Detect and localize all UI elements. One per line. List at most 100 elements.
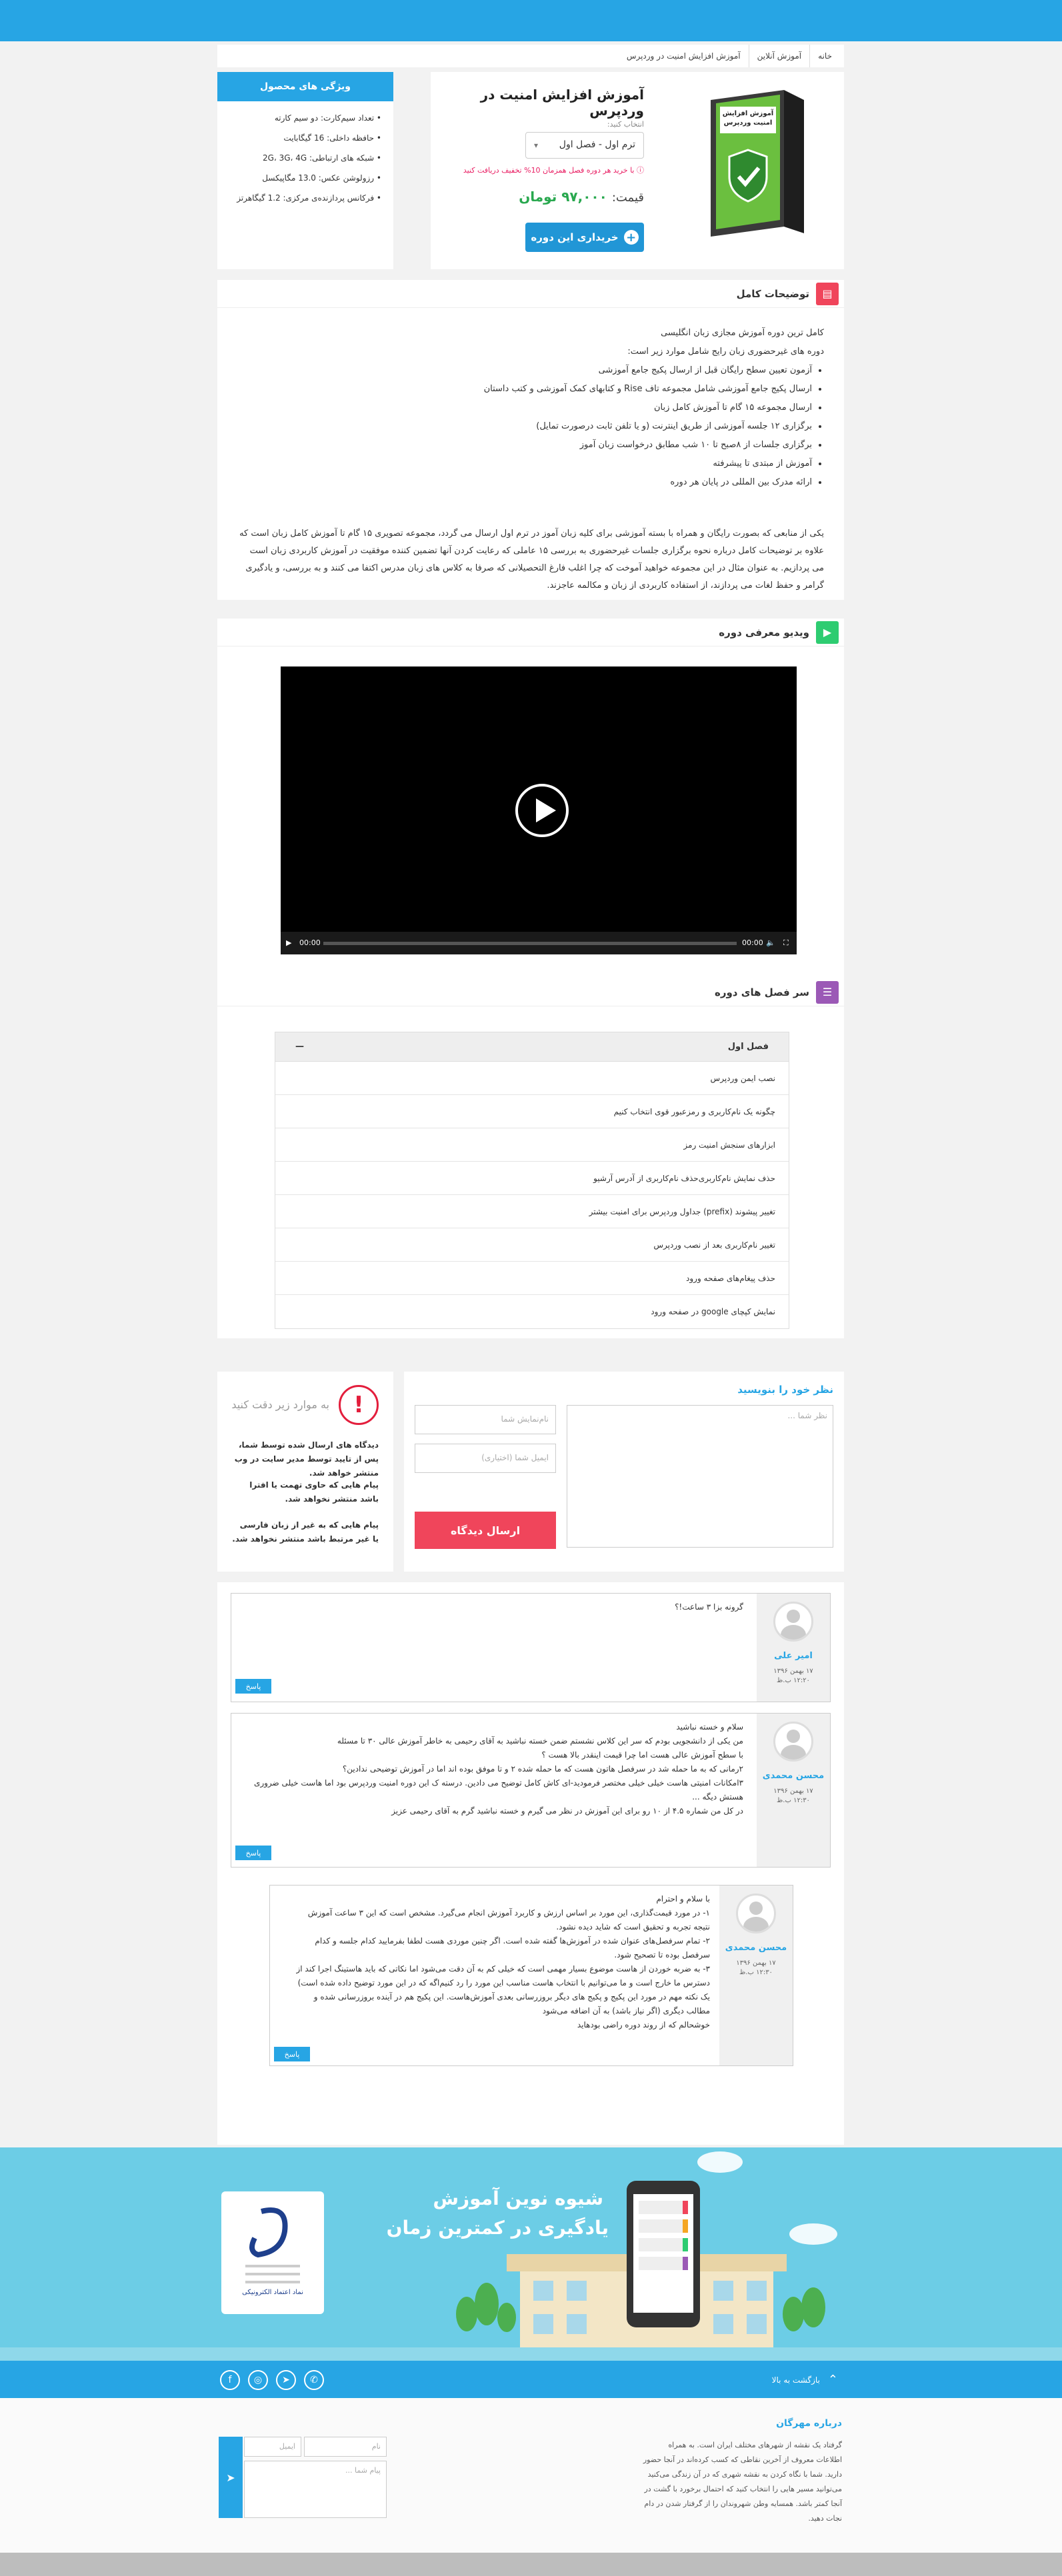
fullscreen-icon[interactable]: ⛶ <box>783 938 789 948</box>
chapter-item[interactable]: تغییر پیشوند (prefix) جداول وردپرس برای … <box>275 1195 789 1228</box>
video-player[interactable]: ▶ 00:00 00:00 🔈 ⛶ <box>281 666 797 954</box>
breadcrumb-current: آموزش افزایش امنیت در وردپرس <box>626 51 741 61</box>
feature-item: شبکه های ارتباطی: 2G، 3G، 4G <box>224 153 381 163</box>
chapter-item[interactable]: ابزارهای سنجش امنیت رمز <box>275 1128 789 1162</box>
description-bullet: آزمون تعیین سطح رایگان قبل از ارسال پکیج… <box>237 361 812 380</box>
collapse-icon[interactable]: — <box>295 1042 304 1052</box>
footer-message-field[interactable]: پیام شما ... <box>244 2461 387 2518</box>
description-bullet: برگزاری جلسات از ۸صبح تا ۱۰ شب مطابق درخ… <box>237 436 812 455</box>
breadcrumb-online-courses[interactable]: آموزش آنلاین <box>748 45 810 67</box>
product-features: ویژگی های محصول تعداد سیم‌کارت: دو سیم ک… <box>217 72 393 269</box>
comment-line: سلام و خسته نباشید <box>676 1722 743 1732</box>
description-bullet: آموزش از مبتدی تا پیشرفته <box>237 455 812 473</box>
comment-line: ۲رمانی که به ما حمله شد در سرفصل هاتون ه… <box>342 1764 743 1774</box>
breadcrumb-home[interactable]: خانه <box>809 45 840 67</box>
comment-line: ۲- تمام سرفصل‌های عنوان شده در آموزش‌ها … <box>315 1936 710 1959</box>
chapter-item[interactable]: تغییر نام‌کاربری بعد از نصب وردپرس <box>275 1228 789 1262</box>
feature-item: رزولوشن عکس: 13.0 مگاپیکسل <box>224 173 381 183</box>
comment-email-field[interactable]: ایمیل شما (اختیاری) <box>415 1444 556 1473</box>
plus-circle-icon: + <box>623 230 639 245</box>
description-title: توضیحات کامل <box>736 287 809 300</box>
comment-name-field[interactable]: نام‌نمایش شما <box>415 1405 556 1434</box>
buy-course-label: خریداری این دوره <box>531 231 619 243</box>
comment-date: ۱۷ بهمن ۱۳۹۶ <box>736 1959 776 1967</box>
telegram-icon[interactable]: ➤ <box>276 2370 296 2390</box>
reply-button[interactable]: پاسخ <box>235 1846 271 1860</box>
footer-email-field[interactable]: ایمیل <box>244 2437 301 2457</box>
description-paragraph: یکی از منابعی که بصورت رایگان و همراه با… <box>239 529 824 591</box>
buy-course-button[interactable]: + خریداری این دوره <box>525 223 644 252</box>
phone-icon[interactable]: ✆ <box>304 2370 324 2390</box>
chapter-item[interactable]: نمایش کپچای google در صفحه ورود <box>275 1295 789 1328</box>
facebook-icon[interactable]: f <box>220 2370 240 2390</box>
footer-bar: ⌃ بازگشت به بالا f ◎ ➤ ✆ <box>0 2361 1062 2398</box>
comment-author-panel: امیر علی ۱۷ بهمن ۱۳۹۶ ۱۲:۲۰ ب.ظ <box>757 1594 830 1702</box>
video-icon: ▶ <box>816 621 839 644</box>
price-value: ۹۷,۰۰۰ تومان <box>519 189 607 205</box>
description-bullet: ارسال پکیج جامع آموزشی شامل مجموعه تاف R… <box>237 380 812 399</box>
enamad-badge[interactable]: نماد اعتماد الکترونیکی <box>221 2191 324 2314</box>
comment-date: ۱۷ بهمن ۱۳۹۶ <box>773 1788 813 1795</box>
chapters-section: ☰ سر فصل های دوره فصل اول — نصب ایمن ورد… <box>217 978 844 1338</box>
comment-text: گرونه بزا ۳ ساعت!؟ <box>250 1600 743 1614</box>
price: قیمت: ۹۷,۰۰۰ تومان <box>519 189 644 205</box>
about-title: درباره مهرگان <box>776 2418 842 2429</box>
reply-button[interactable]: پاسخ <box>274 2047 310 2061</box>
comment-reply-item: محسن محمدی ۱۷ بهمن ۱۳۹۶ ۱۲:۳۰ ب.ظ با سلا… <box>269 1885 793 2066</box>
document-icon: ▤ <box>816 282 839 305</box>
chapter-item[interactable]: چگونه یک نام‌کاربری و رمزعبور قوی انتخاب… <box>275 1095 789 1128</box>
footer-name-field[interactable]: نام <box>304 2437 387 2457</box>
video-controls: ▶ 00:00 00:00 🔈 ⛶ <box>281 932 797 954</box>
play-icon[interactable] <box>515 784 569 837</box>
select-label: انتخاب کنید: <box>607 120 644 129</box>
avatar <box>773 1722 813 1762</box>
video-progress-bar[interactable] <box>323 942 737 945</box>
chapter-item[interactable]: حذف نمایش نام‌کاربری‌حذف نام‌کاربری از آ… <box>275 1162 789 1195</box>
comment-line: خوشحالم که از روند دوره راضی بودهاید <box>577 2020 710 2029</box>
play-small-icon[interactable]: ▶ <box>286 938 291 947</box>
comment-time: ۱۲:۲۰ ب.ظ <box>777 1677 810 1684</box>
description-body: کامل ترین دوره آموزش مجازی زبان انگلیسی … <box>237 324 824 595</box>
comment-text: با سلام و احترام ۱- در مورد قیمت‌گذاری، … <box>290 1892 710 2032</box>
city-illustration <box>0 2151 1062 2361</box>
submit-comment-button[interactable]: ارسال دیدگاه <box>415 1512 556 1549</box>
volume-icon[interactable]: 🔈 <box>766 938 775 947</box>
comment-line: در کل من شماره ۴.۵ از ۱۰ رو برای این آمو… <box>391 1806 743 1816</box>
description-bullet: ارائه مدرک بین المللی در پایان هر دوره <box>237 473 812 492</box>
video-section: ▶ ویدیو معرفی دوره ▶ 00:00 00:00 🔈 ⛶ <box>217 619 844 992</box>
chevron-up-icon: ⌃ <box>827 2373 838 2387</box>
rule-item: پیام هایی که به غیر از زبان فارسی یا غیر… <box>232 1520 379 1544</box>
description-intro: کامل ترین دوره آموزش مجازی زبان انگلیسی <box>661 328 824 338</box>
back-to-top-button[interactable]: ⌃ بازگشت به بالا <box>772 2373 838 2387</box>
comment-author: محسن محمدی <box>762 1771 825 1781</box>
comment-line: با سلام و احترام <box>656 1894 710 1904</box>
comment-item: محسن محمدی ۱۷ بهمن ۱۳۹۶ ۱۲:۳۰ ب.ظ سلام و… <box>231 1713 831 1868</box>
comment-message-field[interactable]: نظر شما ... <box>567 1405 833 1548</box>
term-select-value: ترم اول - فصل اول <box>559 139 635 150</box>
feature-item: فرکانس پردازنده‌ی مرکزی: 1.2 گیگاهرتز <box>224 193 381 203</box>
hero-line-2: یادگیری در کمترین زمان <box>386 2217 609 2239</box>
term-select[interactable]: ترم اول - فصل اول ▾ <box>525 132 644 159</box>
comment-form: نظر خود را بنویسید نظر شما ... نام‌نمایش… <box>404 1372 844 1572</box>
description-section: ▤ توضیحات کامل کامل ترین دوره آموزش مجاز… <box>217 280 844 600</box>
comment-time: ۱۲:۳۰ ب.ظ <box>777 1797 810 1804</box>
product-title: آموزش افزایش امنیت در وردپرس <box>480 87 644 119</box>
feature-item: حافظه داخلی: 16 گیگابایت <box>224 133 381 143</box>
comment-author: امیر علی <box>774 1651 813 1661</box>
warning-icon: ! <box>339 1385 379 1425</box>
reply-button[interactable]: پاسخ <box>235 1679 271 1694</box>
footer: درباره مهرگان گرفتاد یک نقشه از شهرهای م… <box>0 2398 1062 2553</box>
comment-date: ۱۷ بهمن ۱۳۹۶ <box>773 1668 813 1675</box>
about-text: گرفتاد یک نقشه از شهرهای مختلف ایران است… <box>643 2441 842 2523</box>
enamad-text: نماد اعتماد الکترونیکی <box>242 2289 303 2296</box>
chapter-item[interactable]: حذف پیغام‌های صفحه ورود <box>275 1262 789 1295</box>
video-title: ویدیو معرفی دوره <box>719 626 809 639</box>
comment-line: گرونه بزا ۳ ساعت!؟ <box>675 1602 743 1612</box>
send-icon[interactable]: ➤ <box>219 2437 243 2518</box>
comment-line: یک نکته مهم در مورد این پکیج و پکیج های … <box>313 1992 710 2015</box>
chapter-group-header[interactable]: فصل اول — <box>275 1032 789 1062</box>
chapter-item[interactable]: نصب ایمن وردپرس <box>275 1062 789 1095</box>
instagram-icon[interactable]: ◎ <box>248 2370 268 2390</box>
footer-hero-banner: شیوه نوین آموزش یادگیری در کمترین زمان <box>0 2147 1062 2361</box>
chapter-group-title: فصل اول <box>727 1042 769 1052</box>
